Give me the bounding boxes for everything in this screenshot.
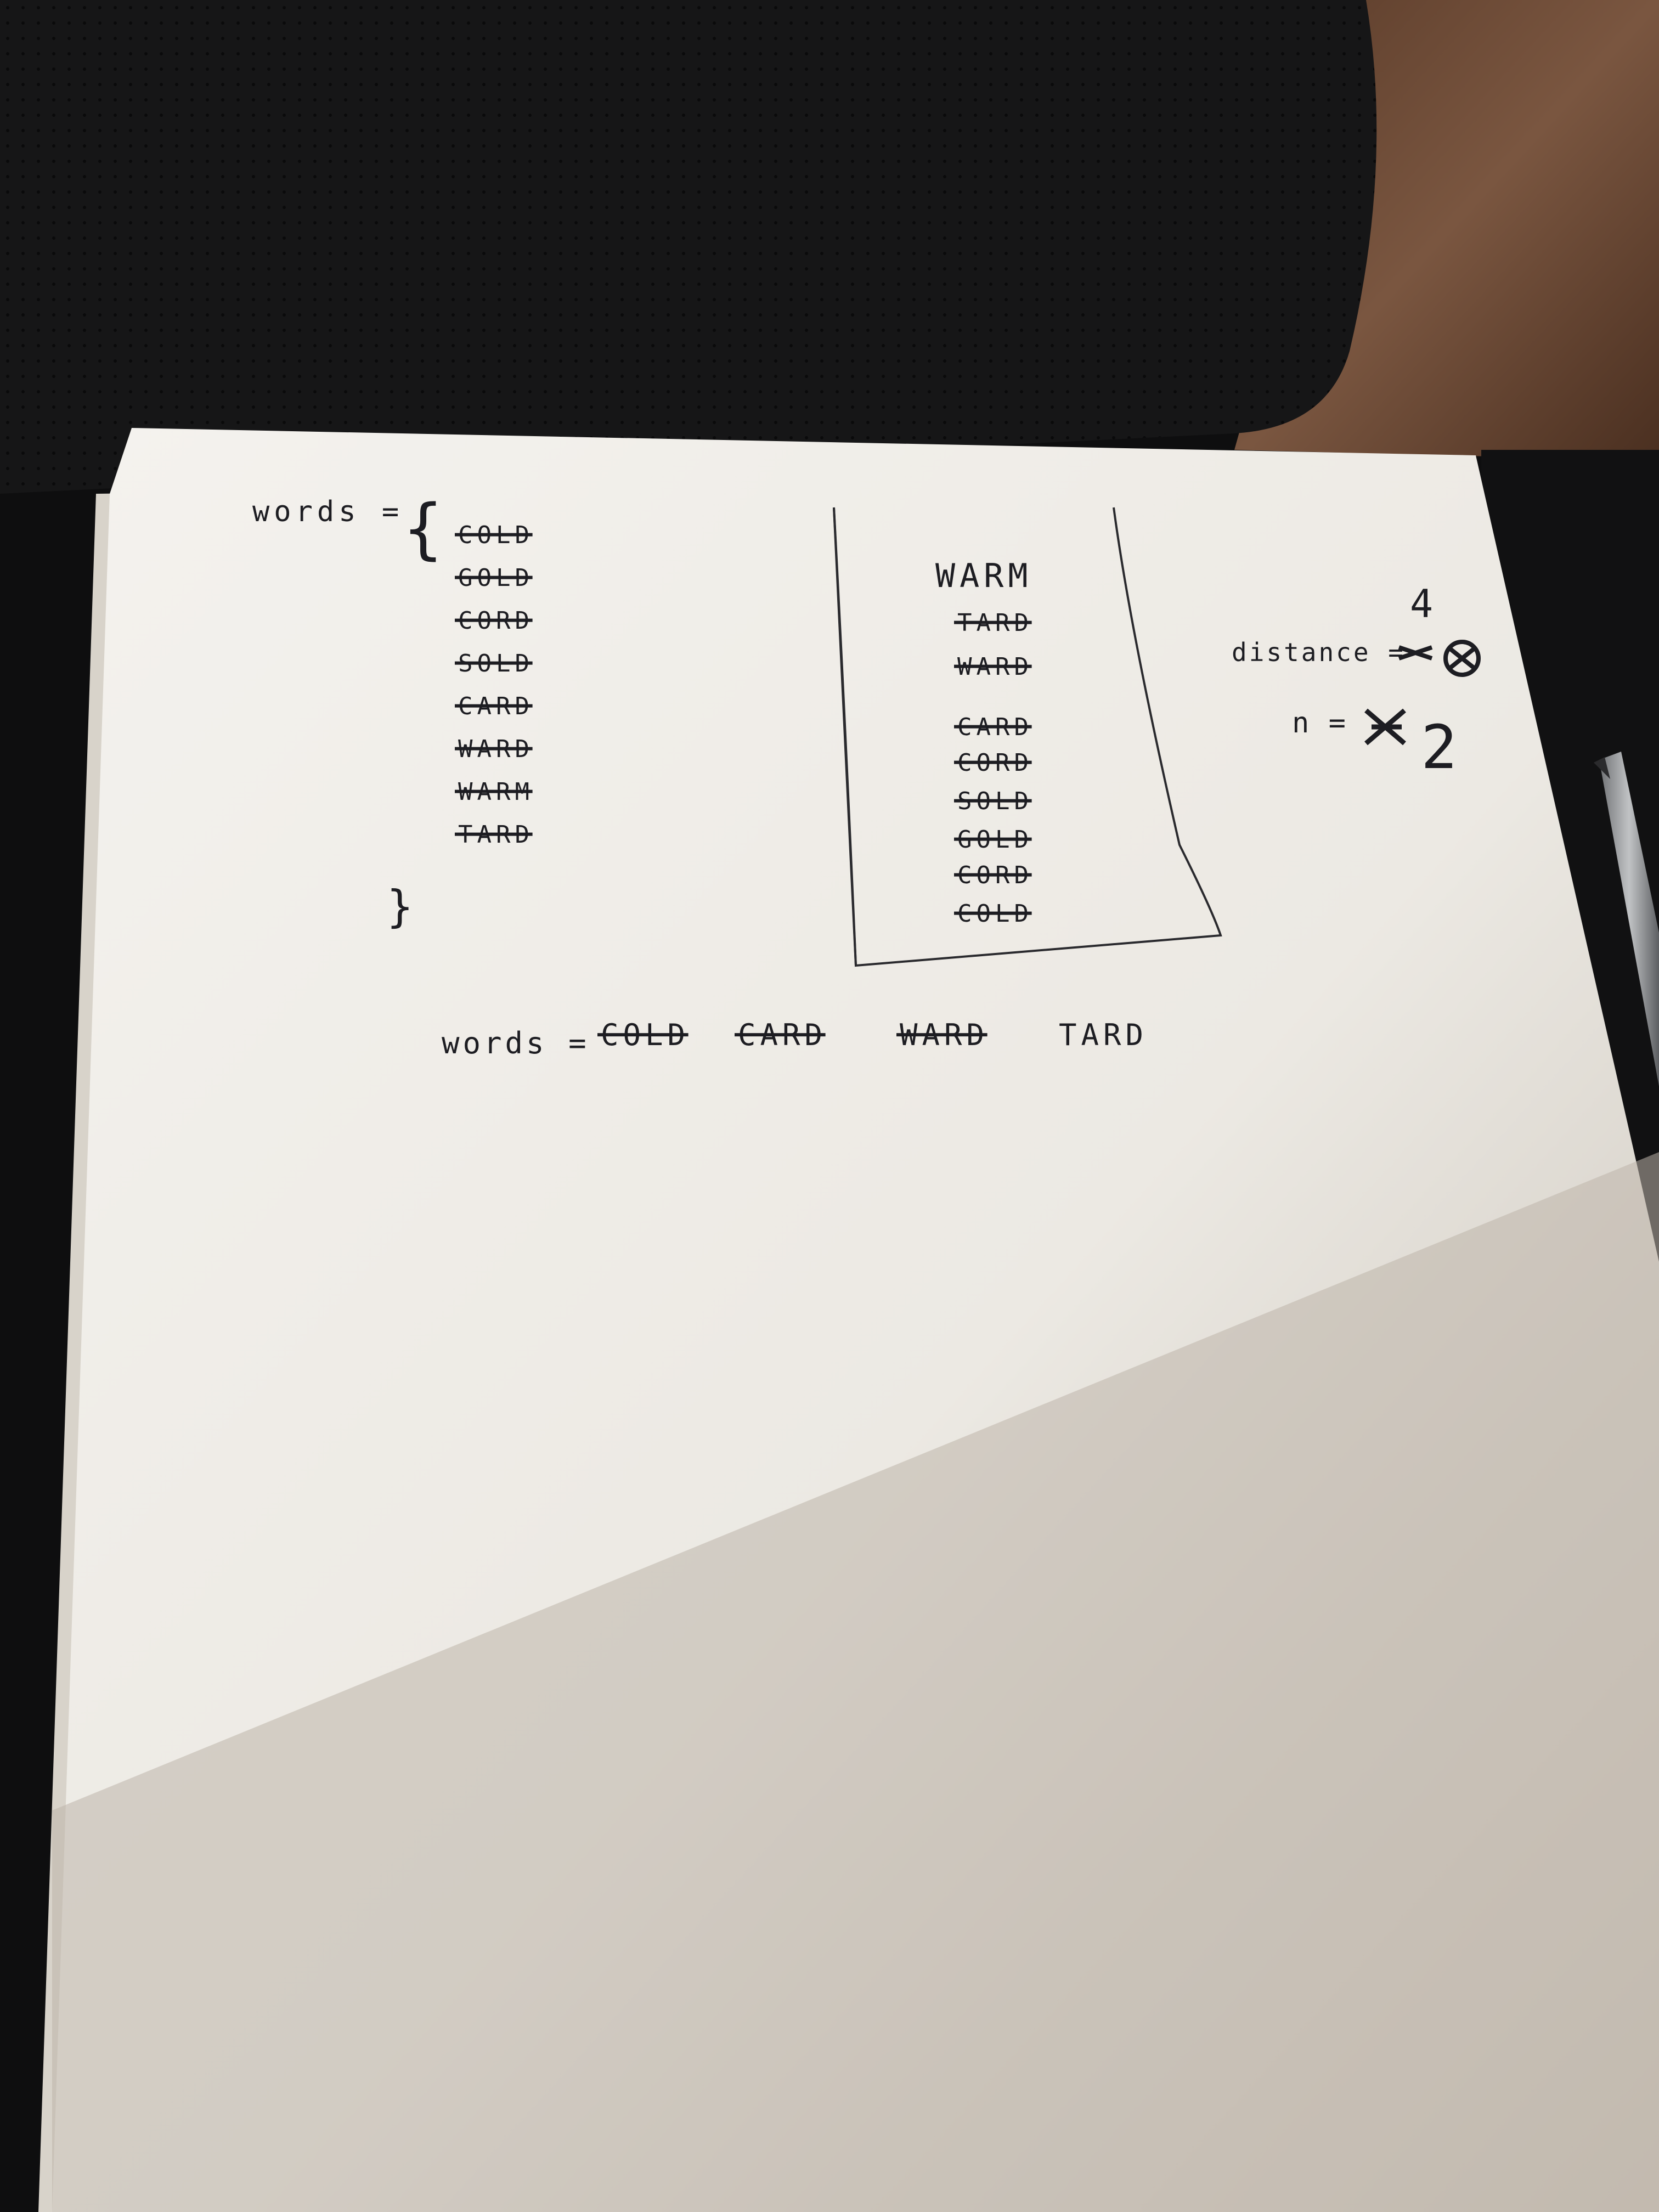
n-label: n = (1292, 707, 1347, 740)
close-brace: } (387, 881, 413, 932)
open-brace: { (403, 491, 443, 567)
words-label: words = (252, 495, 403, 528)
bottom-words-label: words = (442, 1026, 590, 1060)
distance-label: distance = (1232, 637, 1406, 667)
bottom-word: TARD (1059, 1018, 1148, 1052)
column-title: WARM (935, 557, 1032, 595)
photo-scene: words = { } COLDGOLDCORDSOLDCARDWARDWARM… (0, 0, 1659, 2212)
middle-items: TARDWARDCARDCORDSOLDGOLDCORDCOLD (954, 609, 1032, 928)
leather-wrist-rest (0, 0, 1377, 494)
n-value: 2 (1421, 712, 1462, 782)
distance-value: 4 (1410, 582, 1437, 627)
